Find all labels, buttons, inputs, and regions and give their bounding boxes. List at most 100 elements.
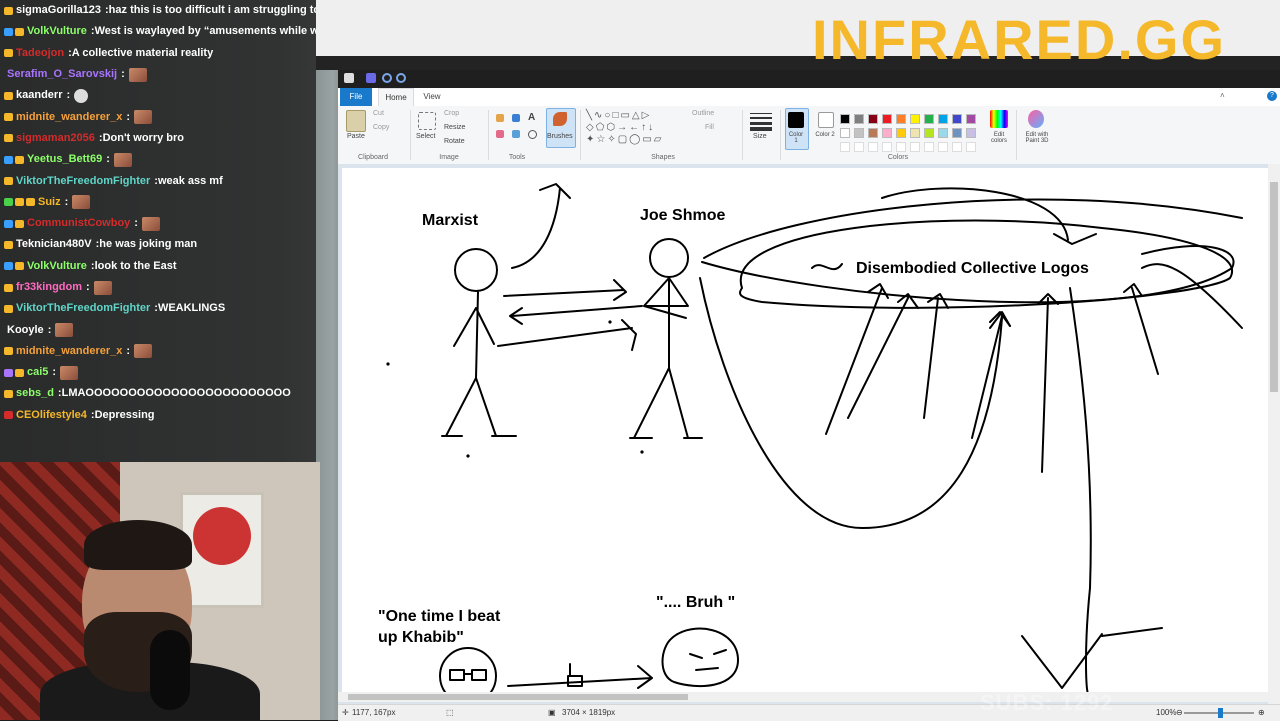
tab-file[interactable]: File (340, 88, 372, 106)
palette-swatch[interactable] (882, 128, 892, 138)
paste-label[interactable]: Paste (347, 133, 365, 140)
palette-empty-swatch[interactable] (966, 142, 976, 152)
rotate-button[interactable]: Rotate (444, 138, 465, 145)
palette-empty-swatch[interactable] (924, 142, 934, 152)
canvas-size: 3704 × 1819px (562, 708, 616, 717)
chat-text: haz this is too difficult i am strugglin… (108, 4, 316, 17)
chat-badges (4, 283, 13, 292)
collapse-ribbon-icon[interactable]: ˄ (1220, 92, 1228, 100)
eraser-icon[interactable] (496, 130, 504, 138)
palette-empty-swatch[interactable] (910, 142, 920, 152)
chat-username[interactable]: midnite_wanderer_x (16, 107, 122, 128)
palette-empty-swatch[interactable] (854, 142, 864, 152)
chat-username[interactable]: Teknician480V (16, 234, 92, 255)
palette-swatch[interactable] (924, 128, 934, 138)
palette-empty-swatch[interactable] (840, 142, 850, 152)
palette-swatch[interactable] (966, 114, 976, 124)
chat-username[interactable]: ViktorTheFreedomFighter (16, 298, 150, 319)
edit-colors-icon[interactable] (990, 110, 1008, 128)
paste-icon[interactable] (346, 110, 366, 132)
zoom-slider[interactable] (1184, 708, 1254, 718)
paint3d-icon[interactable] (1028, 110, 1044, 128)
help-icon[interactable]: ? (1267, 91, 1277, 101)
undo-icon[interactable] (382, 73, 392, 83)
palette-swatch[interactable] (938, 128, 948, 138)
horizontal-scrollbar[interactable] (338, 692, 1268, 702)
chat-username[interactable]: Serafim_O_Sarovskij (7, 64, 117, 85)
palette-swatch[interactable] (924, 114, 934, 124)
palette-swatch[interactable] (952, 128, 962, 138)
palette-swatch[interactable] (910, 114, 920, 124)
chat-username[interactable]: Tadeojon (16, 43, 64, 64)
palette-swatch[interactable] (854, 128, 864, 138)
text-tool-icon[interactable]: A (528, 112, 535, 123)
color2-label[interactable]: Color 2 (815, 132, 835, 138)
palette-swatch[interactable] (966, 128, 976, 138)
palette-swatch[interactable] (840, 128, 850, 138)
chat-username[interactable]: Suiz (38, 192, 61, 213)
zoom-out-icon[interactable]: ⊖ (1176, 708, 1183, 717)
chat-username[interactable]: ViktorTheFreedomFighter (16, 171, 150, 192)
vertical-scroll-thumb[interactable] (1270, 182, 1278, 392)
palette-swatch[interactable] (840, 114, 850, 124)
chat-username[interactable]: VolkVulture (27, 256, 87, 277)
paint3d-label[interactable]: Edit with Paint 3D (1020, 132, 1054, 144)
shapes-gallery[interactable]: ╲∿○□▭△▷ ◇⬠⬡→←↑↓ ✦☆✧▢◯▭▱ (586, 110, 682, 146)
palette-swatch[interactable] (910, 128, 920, 138)
edit-colors-label[interactable]: Edit colors (986, 132, 1012, 144)
outline-dropdown[interactable]: Outline (692, 110, 714, 117)
palette-empty-swatch[interactable] (896, 142, 906, 152)
palette-swatch[interactable] (868, 114, 878, 124)
palette-empty-swatch[interactable] (882, 142, 892, 152)
chat-username[interactable]: VolkVulture (27, 21, 87, 42)
vertical-scrollbar[interactable] (1268, 164, 1280, 704)
chat-username[interactable]: sebs_d (16, 383, 54, 404)
palette-swatch[interactable] (882, 114, 892, 124)
tab-home[interactable]: Home (378, 88, 414, 107)
zoom-in-icon[interactable]: ⊕ (1258, 708, 1265, 717)
select-label[interactable]: Select (416, 133, 435, 140)
redo-icon[interactable] (396, 73, 406, 83)
save-icon[interactable] (366, 73, 376, 83)
tab-view[interactable]: View (418, 88, 446, 106)
palette-swatch[interactable] (854, 114, 864, 124)
color2-swatch[interactable] (818, 112, 834, 128)
chat-username[interactable]: Yeetus_Bett69 (27, 149, 102, 170)
palette-empty-swatch[interactable] (952, 142, 962, 152)
crop-button[interactable]: Crop (444, 110, 459, 117)
size-icon[interactable] (750, 110, 772, 131)
copy-button[interactable]: Copy (373, 124, 389, 131)
color-picker-icon[interactable] (512, 130, 520, 138)
chat-message: midnite_wanderer_x: (0, 106, 316, 127)
menu-bar: File Home View ˄ ? (338, 88, 1280, 107)
palette-empty-swatch[interactable] (938, 142, 948, 152)
magnifier-icon[interactable] (528, 130, 537, 139)
fill-icon[interactable] (512, 114, 520, 122)
cut-button[interactable]: Cut (373, 110, 384, 117)
chat-username[interactable]: sigmaman2056 (16, 128, 95, 149)
pencil-icon[interactable] (496, 114, 504, 122)
chat-username[interactable]: sigmaGorilla123 (16, 0, 101, 21)
palette-swatch[interactable] (896, 114, 906, 124)
chat-badges (4, 113, 13, 122)
chat-username[interactable]: midnite_wanderer_x (16, 341, 122, 362)
chat-username[interactable]: CommunistCowboy (27, 213, 130, 234)
chat-username[interactable]: kaanderr (16, 85, 62, 106)
chat-username[interactable]: fr33kingdom (16, 277, 82, 298)
fill-dropdown[interactable]: Fill (705, 124, 714, 131)
horizontal-scroll-thumb[interactable] (348, 694, 688, 700)
chat-username[interactable]: cai5 (27, 362, 48, 383)
zoom-slider-thumb[interactable] (1218, 708, 1223, 718)
size-label[interactable]: Size (753, 133, 767, 140)
palette-swatch[interactable] (868, 128, 878, 138)
select-icon[interactable] (418, 112, 436, 130)
label-joe: Joe Shmoe (640, 207, 725, 224)
drawing-canvas[interactable]: Marxist Joe Shmoe Disembodied Collective… (342, 168, 1268, 694)
chat-username[interactable]: CEOlifestyle4 (16, 405, 87, 426)
palette-swatch[interactable] (938, 114, 948, 124)
palette-swatch[interactable] (952, 114, 962, 124)
palette-swatch[interactable] (896, 128, 906, 138)
resize-button[interactable]: Resize (444, 124, 465, 131)
palette-empty-swatch[interactable] (868, 142, 878, 152)
chat-username[interactable]: Kooyle (7, 320, 44, 341)
